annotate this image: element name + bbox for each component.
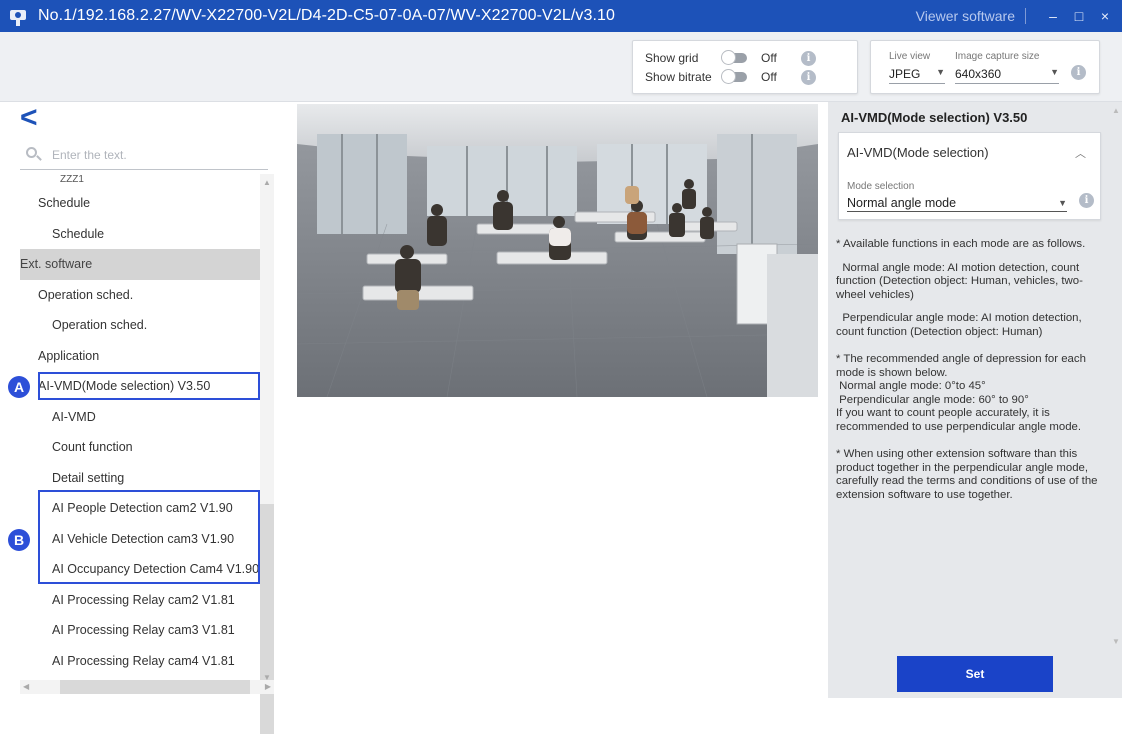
show-grid-label: Show grid — [645, 51, 699, 65]
marker-b: B — [8, 529, 30, 551]
info-icon[interactable]: i — [1079, 193, 1094, 208]
tree-item-ai-relay-cam4[interactable]: AI Processing Relay cam4 V1.81 — [20, 646, 260, 677]
tree-item-operation-sched-sub[interactable]: Operation sched. — [20, 310, 260, 341]
highlight-box-b — [38, 490, 260, 584]
close-icon[interactable]: × — [1092, 0, 1118, 32]
panel-title: AI-VMD(Mode selection) V3.50 — [841, 110, 1028, 125]
tree-item-ai-vmd[interactable]: AI-VMD — [20, 402, 260, 433]
chevron-down-icon: ▼ — [1050, 67, 1059, 77]
tree-item-application[interactable]: Application — [20, 341, 260, 372]
settings-nav-panel: < ZZZ1 Schedule Schedule Ext. software O… — [0, 102, 288, 734]
scroll-up-icon[interactable]: ▲ — [1112, 106, 1120, 115]
show-bitrate-toggle[interactable] — [721, 69, 747, 84]
settings-tree: ZZZ1 Schedule Schedule Ext. software Ope… — [20, 174, 260, 686]
tree-item-ai-relay-cam2[interactable]: AI Processing Relay cam2 V1.81 — [20, 585, 260, 616]
note-text: Normal angle mode: AI motion detection, … — [836, 261, 1083, 301]
tree-item-schedule-sub[interactable]: Schedule — [20, 219, 260, 250]
image-capture-size-label: Image capture size — [955, 51, 1040, 62]
mode-selection-value: Normal angle mode — [847, 195, 957, 210]
show-bitrate-row: Show bitrate Off i — [645, 67, 816, 87]
settings-detail-panel: AI-VMD(Mode selection) V3.50 AI-VMD(Mode… — [828, 102, 1122, 698]
show-grid-toggle[interactable] — [721, 50, 747, 65]
show-grid-row: Show grid Off i — [645, 48, 816, 68]
note-text: Perpendicular angle mode: AI motion dete… — [836, 312, 1082, 338]
scroll-down-icon[interactable]: ▼ — [1112, 637, 1120, 646]
card-title: AI-VMD(Mode selection) — [847, 145, 989, 160]
tree-item-detail-setting[interactable]: Detail setting — [20, 463, 260, 494]
title-bar: No.1/192.168.2.27/WV-X22700-V2L/D4-2D-C5… — [0, 0, 1122, 32]
note-text: * When using other extension software th… — [836, 448, 1098, 501]
search-box — [20, 140, 268, 170]
window-title: No.1/192.168.2.27/WV-X22700-V2L/D4-2D-C5… — [38, 7, 616, 24]
chevron-down-icon: ▼ — [1058, 197, 1067, 208]
capture-options-panel: Live view JPEG ▼ Image capture size 640x… — [870, 40, 1100, 94]
tree-item-ext-software[interactable]: Ext. software — [20, 249, 260, 280]
scrollbar-thumb[interactable] — [60, 680, 250, 694]
tree-item-count-function[interactable]: Count function — [20, 432, 260, 463]
scroll-left-icon[interactable]: ◀ — [23, 682, 29, 691]
live-view-label: Live view — [889, 51, 931, 62]
tree-vertical-scrollbar[interactable]: ▲ ▼ — [260, 174, 274, 734]
mode-selection-card: AI-VMD(Mode selection) ︿ Mode selection … — [838, 132, 1101, 220]
live-view-value: JPEG — [889, 67, 921, 81]
scroll-up-icon[interactable]: ▲ — [263, 178, 271, 187]
camera-live-view[interactable] — [297, 104, 818, 397]
show-grid-state: Off — [761, 51, 777, 65]
image-capture-size-select[interactable]: 640x360 ▼ — [955, 67, 1059, 84]
tree-item[interactable]: ZZZ1 — [20, 174, 260, 188]
scrollbar-thumb[interactable] — [260, 504, 274, 734]
camera-image — [297, 104, 818, 397]
show-bitrate-state: Off — [761, 70, 777, 84]
mode-selection-label: Mode selection — [847, 181, 915, 192]
note-text: * Available functions in each mode are a… — [836, 238, 1086, 250]
minimize-icon[interactable]: – — [1040, 0, 1066, 32]
title-separator — [1025, 8, 1026, 24]
highlight-box-a — [38, 372, 260, 400]
camera-app-icon — [8, 5, 30, 27]
tree-item-schedule[interactable]: Schedule — [20, 188, 260, 219]
scroll-right-icon[interactable]: ▶ — [265, 682, 271, 691]
info-icon[interactable]: i — [1071, 65, 1086, 80]
tree-item-ai-relay-cam3[interactable]: AI Processing Relay cam3 V1.81 — [20, 615, 260, 646]
mode-notes: * Available functions in each mode are a… — [836, 238, 1104, 512]
display-options-panel: Show grid Off i Show bitrate Off i — [632, 40, 858, 94]
set-button[interactable]: Set — [897, 656, 1053, 692]
back-arrow-icon[interactable]: < — [20, 103, 38, 133]
tree-item-operation-sched[interactable]: Operation sched. — [20, 280, 260, 311]
info-icon[interactable]: i — [801, 69, 816, 85]
show-bitrate-label: Show bitrate — [645, 70, 712, 84]
chevron-down-icon: ▼ — [936, 67, 945, 77]
marker-a: A — [8, 376, 30, 398]
maximize-icon[interactable]: □ — [1066, 0, 1092, 32]
viewer-software-label: Viewer software — [915, 8, 1015, 24]
search-input[interactable] — [52, 147, 252, 162]
mode-selection-select[interactable]: Normal angle mode ▼ — [847, 194, 1067, 212]
note-text: * The recommended angle of depression fo… — [836, 353, 1086, 433]
info-icon[interactable]: i — [801, 50, 816, 66]
search-icon — [26, 146, 42, 163]
tree-horizontal-scrollbar[interactable]: ◀ ▶ — [20, 680, 274, 694]
chevron-up-icon[interactable]: ︿ — [1075, 145, 1086, 161]
panel-vertical-scrollbar[interactable]: ▲ ▼ — [1112, 106, 1120, 646]
image-capture-size-value: 640x360 — [955, 67, 1002, 81]
live-view-select[interactable]: JPEG ▼ — [889, 67, 945, 84]
top-toolbar: Show grid Off i Show bitrate Off i Live … — [0, 32, 1122, 102]
